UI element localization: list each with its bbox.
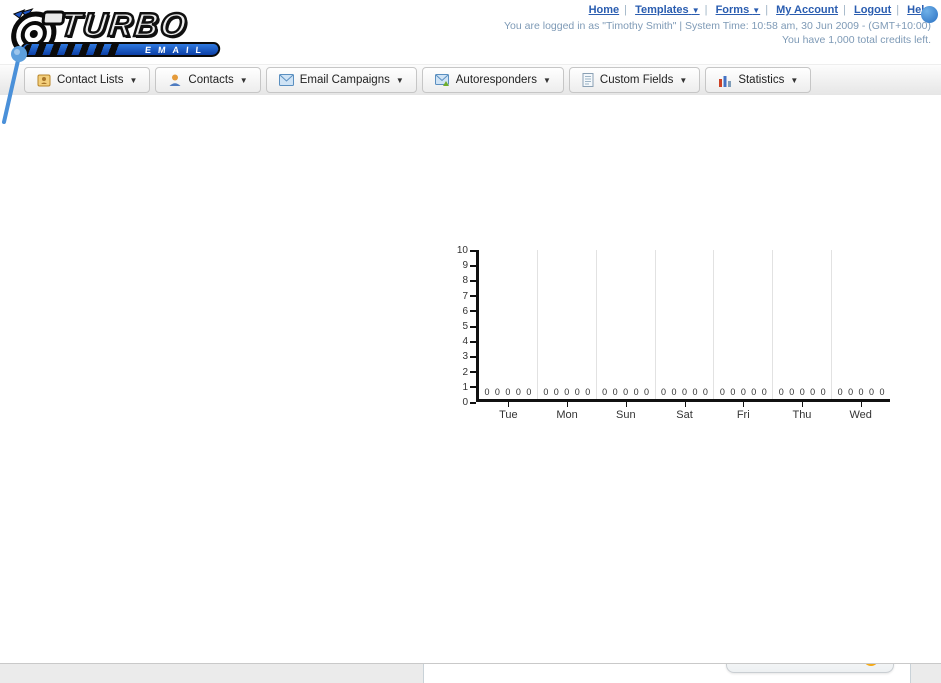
data-value-label: 0 bbox=[692, 387, 698, 397]
data-value-label: 0 bbox=[526, 387, 532, 397]
nav-tab-custom-fields[interactable]: Custom Fields ▼ bbox=[568, 67, 701, 93]
header: TURBO EMAIL Home | Templates ▼ | Forms ▼ | … bbox=[0, 0, 941, 124]
data-value-label: 0 bbox=[543, 387, 549, 397]
x-axis-label: Wed bbox=[831, 402, 890, 421]
top-link-templates[interactable]: Templates ▼ bbox=[635, 4, 700, 16]
data-value-label: 0 bbox=[837, 387, 843, 397]
chevron-down-icon: ▼ bbox=[395, 75, 404, 85]
system-time-text: You are logged in as "Timothy Smith" | S… bbox=[504, 20, 931, 32]
x-axis-label: Mon bbox=[538, 402, 597, 421]
data-value-label: 0 bbox=[751, 387, 757, 397]
person-icon bbox=[169, 74, 181, 86]
chart-group: 00000 bbox=[656, 250, 715, 399]
data-value-label: 0 bbox=[848, 387, 854, 397]
data-value-label: 0 bbox=[681, 387, 687, 397]
chart-group: 00000 bbox=[479, 250, 538, 399]
chevron-down-icon: ▼ bbox=[679, 75, 688, 85]
data-value-label: 0 bbox=[858, 387, 864, 397]
main-navbar: Contact Lists ▼ Contacts ▼ Email Campaigns… bbox=[0, 64, 941, 95]
x-axis-label: Tue bbox=[479, 402, 538, 421]
envelope-arrow-icon bbox=[434, 73, 449, 86]
logo-wordmark: TURBO bbox=[58, 5, 192, 45]
data-value-label: 0 bbox=[623, 387, 629, 397]
chevron-down-icon: ▼ bbox=[790, 75, 799, 85]
data-value-label: 0 bbox=[740, 387, 746, 397]
logo-email-banner: EMAIL bbox=[19, 42, 221, 57]
data-value-label: 0 bbox=[702, 387, 708, 397]
x-axis-labels: Tue Mon Sun Sat Fri Thu Wed bbox=[479, 402, 890, 421]
address-book-icon bbox=[37, 74, 51, 87]
top-link-home[interactable]: Home bbox=[589, 4, 620, 16]
data-value-label: 0 bbox=[585, 387, 591, 397]
logo-needle-icon bbox=[2, 46, 27, 124]
data-value-label: 0 bbox=[564, 387, 570, 397]
data-value-label: 0 bbox=[602, 387, 608, 397]
data-value-label: 0 bbox=[671, 387, 677, 397]
data-value-label: 0 bbox=[484, 387, 490, 397]
data-value-label: 0 bbox=[553, 387, 559, 397]
chevron-down-icon: ▼ bbox=[752, 6, 761, 15]
top-link-my-account[interactable]: My Account bbox=[776, 4, 838, 16]
data-value-label: 0 bbox=[799, 387, 805, 397]
chart-group: 00000 bbox=[773, 250, 833, 399]
app-window: TURBO EMAIL Home | Templates ▼ | Forms ▼ | … bbox=[0, 0, 941, 683]
top-link-forms[interactable]: Forms ▼ bbox=[716, 4, 761, 16]
data-value-label: 0 bbox=[730, 387, 736, 397]
data-value-label: 0 bbox=[879, 387, 885, 397]
chevron-down-icon: ▼ bbox=[542, 75, 551, 85]
credits-text: You have 1,000 total credits left. bbox=[781, 34, 931, 46]
data-value-label: 0 bbox=[810, 387, 816, 397]
top-utility-nav: Home | Templates ▼ | Forms ▼ | My Account | … bbox=[504, 4, 938, 46]
chevron-down-icon: ▼ bbox=[691, 6, 700, 15]
data-value-label: 0 bbox=[661, 387, 667, 397]
data-value-label: 0 bbox=[644, 387, 650, 397]
x-axis-label: Fri bbox=[714, 402, 773, 421]
turbo-email-logo: TURBO EMAIL bbox=[5, 5, 250, 58]
plot-area: 00000000000000000000000000000000000 bbox=[476, 250, 890, 402]
document-icon bbox=[582, 73, 594, 87]
data-value-label: 0 bbox=[494, 387, 500, 397]
nav-tab-contact-lists[interactable]: Contact Lists ▼ bbox=[24, 67, 151, 93]
x-axis-label: Sun bbox=[596, 402, 655, 421]
x-axis-label: Thu bbox=[773, 402, 832, 421]
top-links: Home | Templates ▼ | Forms ▼ | My Account | … bbox=[588, 4, 931, 16]
chart-group: 00000 bbox=[832, 250, 890, 399]
chart-group: 00000 bbox=[597, 250, 656, 399]
logo-stripes bbox=[23, 44, 120, 55]
data-value-label: 0 bbox=[574, 387, 580, 397]
data-value-label: 0 bbox=[789, 387, 795, 397]
nav-tab-autoresponders[interactable]: Autoresponders ▼ bbox=[421, 67, 564, 93]
data-value-label: 0 bbox=[761, 387, 767, 397]
x-axis-label: Sat bbox=[655, 402, 714, 421]
data-value-label: 0 bbox=[719, 387, 725, 397]
data-value-label: 0 bbox=[778, 387, 784, 397]
top-link-logout[interactable]: Logout bbox=[854, 4, 891, 16]
data-value-label: 0 bbox=[515, 387, 521, 397]
nav-tab-statistics[interactable]: Statistics ▼ bbox=[705, 67, 812, 93]
data-value-label: 0 bbox=[633, 387, 639, 397]
data-value-label: 0 bbox=[505, 387, 511, 397]
help-bubble-icon[interactable] bbox=[921, 6, 938, 23]
nav-tab-contacts[interactable]: Contacts ▼ bbox=[155, 67, 261, 93]
data-value-label: 0 bbox=[869, 387, 875, 397]
chevron-down-icon: ▼ bbox=[129, 75, 138, 85]
chart-group: 00000 bbox=[538, 250, 597, 399]
bar-chart-icon bbox=[719, 75, 732, 87]
chart-group: 00000 bbox=[714, 250, 774, 399]
chevron-down-icon: ▼ bbox=[239, 75, 248, 85]
y-axis: 10 9 8 7 6 5 4 3 2 1 0 bbox=[444, 245, 476, 408]
envelope-icon bbox=[278, 74, 294, 86]
data-value-label: 0 bbox=[612, 387, 618, 397]
data-value-label: 0 bbox=[820, 387, 826, 397]
nav-tab-email-campaigns[interactable]: Email Campaigns ▼ bbox=[265, 67, 417, 93]
